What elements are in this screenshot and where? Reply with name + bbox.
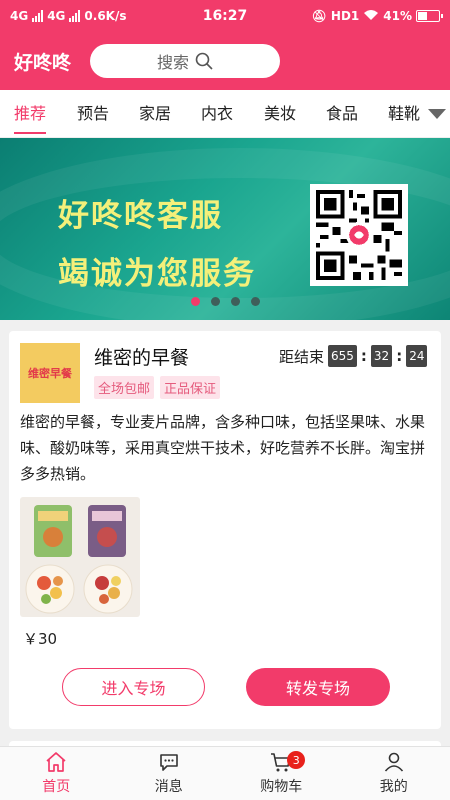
status-right: 🔕︎ HD1 41% [311,9,443,24]
status-left: 4G 4G 0.6K/s [10,9,127,23]
status-bar: 4G 4G 0.6K/s 16:27 🔕︎ HD1 41% [0,0,450,32]
nav-home-label: 首页 [42,779,71,795]
tag-free-shipping: 全场包邮 [94,376,155,399]
countdown-separator: : [396,347,403,365]
brand-logo[interactable]: 维密早餐 [20,343,80,403]
network-type-1: 4G [10,9,29,23]
wifi-icon [363,9,379,24]
countdown-separator: : [360,347,367,365]
cart-badge: 3 [287,751,306,769]
nav-mine-label: 我的 [379,779,408,795]
countdown-seconds: 24 [406,345,428,367]
enter-sale-button[interactable]: 进入专场 [62,668,205,706]
banner-dot[interactable] [210,297,220,306]
banner-pagination [0,297,450,306]
bottom-nav: 首页 消息 3 购物车 我的 [0,746,450,800]
sale-description: 维密的早餐，专业麦片品牌，含多种口味，包括坚果味、水果味、酸奶味等，采用真空烘干… [20,413,426,483]
tabs-expand-icon[interactable] [428,109,446,119]
network-type-2: 4G [47,9,66,23]
sale-title[interactable]: 维密的早餐 [94,343,189,370]
sale-tags: 全场包邮 正品保证 [94,376,221,399]
message-icon [159,754,178,771]
nav-messages[interactable]: 消息 [113,747,226,800]
product-price: ￥30 [23,630,58,648]
countdown-label: 距结束 [279,347,325,366]
tab-recommend[interactable]: 推荐 [14,90,47,138]
tab-preview[interactable]: 预告 [77,90,109,138]
nav-mine[interactable]: 我的 [338,747,450,800]
battery-icon [416,10,443,22]
user-icon [384,752,403,772]
product-image[interactable] [20,497,140,617]
app-brand: 好咚咚 [14,51,72,74]
nav-messages-label: 消息 [154,779,183,795]
home-icon [46,752,66,772]
signal-icon-2 [69,10,81,22]
promo-banner[interactable]: 好咚咚客服 竭诚为您服务 [0,138,450,320]
tab-food[interactable]: 食品 [326,90,358,138]
nav-cart[interactable]: 3 购物车 [225,747,338,800]
share-sale-button[interactable]: 转发专场 [246,668,390,706]
tab-beauty[interactable]: 美妆 [264,90,296,138]
banner-dot[interactable] [190,297,200,306]
search-placeholder: 搜索 [156,53,189,72]
nav-cart-label: 购物车 [260,779,303,795]
signal-icon [32,10,44,22]
search-icon [195,52,213,70]
banner-line-1: 好咚咚客服 [58,198,223,234]
app-header: 好咚咚 搜索 [0,32,450,90]
countdown-minutes: 32 [370,345,393,367]
nav-home[interactable]: 首页 [0,747,113,800]
countdown-hours: 655 [328,345,357,367]
banner-dot[interactable] [230,297,240,306]
tab-home[interactable]: 家居 [139,90,171,138]
countdown-timer: 距结束 655 : 32 : 24 [279,345,428,367]
banner-dot[interactable] [250,297,260,306]
network-speed: 0.6K/s [84,9,127,23]
special-sale-card: 维密早餐 维密的早餐 距结束 655 : 32 : 24 全场包邮 正品保证 维… [9,331,441,729]
tab-underwear[interactable]: 内衣 [201,90,233,138]
mute-icon: 🔕︎ [311,9,327,23]
tab-shoes[interactable]: 鞋靴 [388,90,420,138]
battery-level: 41% [383,9,412,23]
banner-line-2: 竭诚为您服务 [58,256,256,292]
hd-indicator: HD1 [330,9,360,23]
tag-genuine: 正品保证 [160,376,221,399]
category-tabs: 推荐 预告 家居 内衣 美妆 食品 鞋靴 [0,90,450,138]
qr-code [310,184,408,286]
search-bar[interactable]: 搜索 [90,44,280,78]
